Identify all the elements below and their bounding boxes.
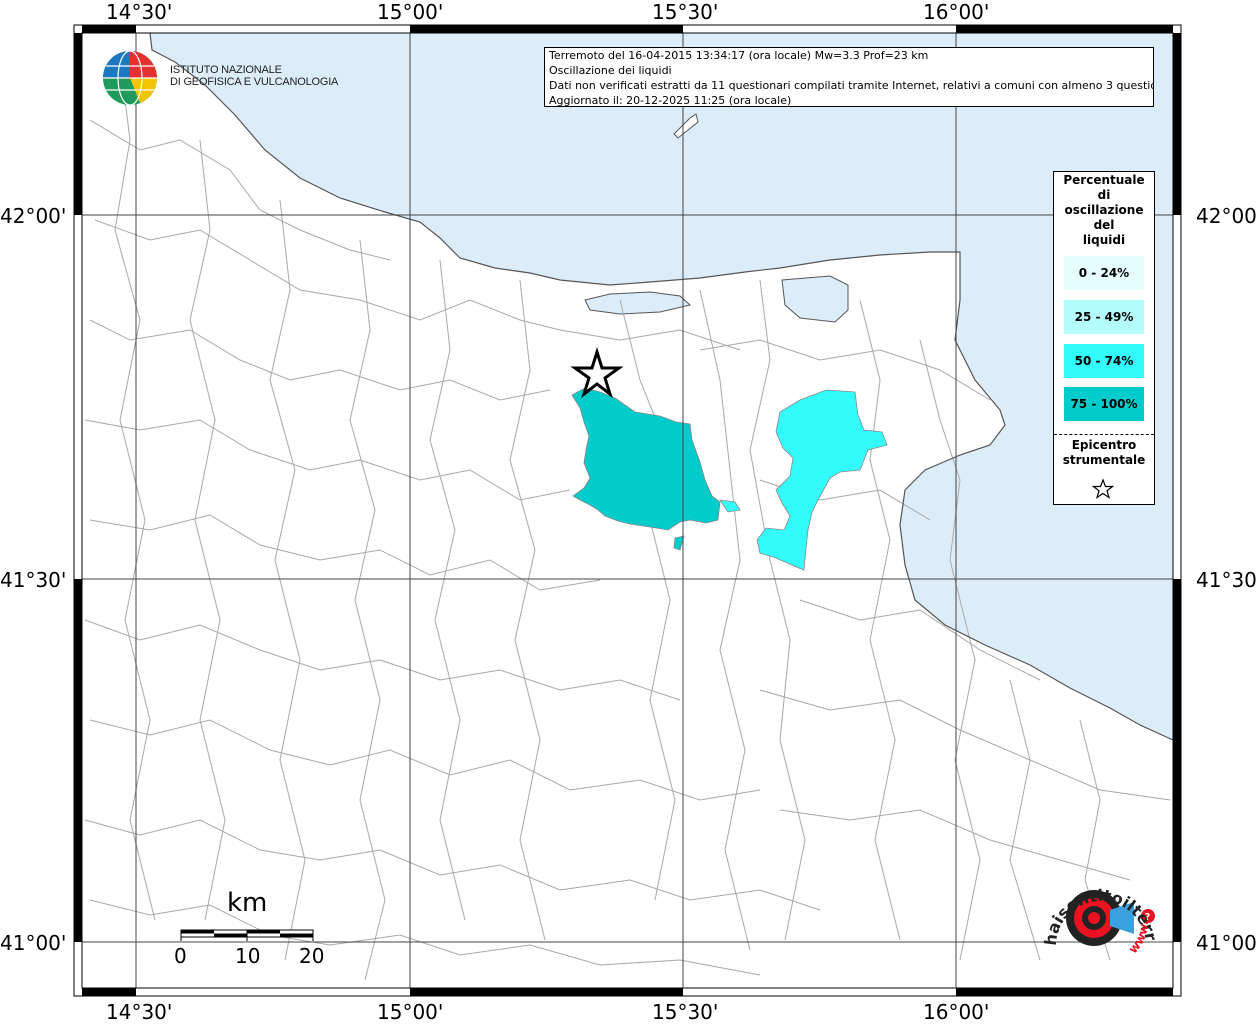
legend-title-line: Percentuale	[1063, 173, 1145, 187]
scale-label-0: 0	[174, 944, 187, 968]
legend-item-50-74: 50 - 74%	[1064, 344, 1144, 378]
ingv-globe-icon	[103, 50, 157, 106]
legend-item-0-24: 0 - 24%	[1064, 256, 1144, 290]
title-line3: Dati non verificati estratti da 11 quest…	[549, 79, 1153, 92]
legend-title-line: liquidi	[1082, 233, 1126, 247]
legend: Percentuale di oscillazione del liquidi …	[1053, 171, 1155, 505]
ingv-name-line2: DI GEOFISICA E VULCANOLOGIA	[170, 76, 339, 88]
legend-epicenter-line: Epicentro	[1071, 438, 1137, 452]
legend-epicenter-line: strumentale	[1062, 453, 1146, 467]
legend-epicenter-label: Epicentro strumentale	[1054, 438, 1154, 468]
scale-unit: km	[227, 888, 268, 918]
legend-title: Percentuale di oscillazione del liquidi	[1054, 173, 1154, 248]
ingv-name: ISTITUTO NAZIONALE DI GEOFISICA E VULCAN…	[170, 64, 338, 88]
title-line4: Aggiornato il: 20-12-2025 11:25 (ora loc…	[549, 94, 792, 107]
scale-label-10: 10	[235, 944, 261, 968]
title-line1: Terremoto del 16-04-2015 13:34:17 (ora l…	[549, 49, 929, 62]
legend-title-line: di	[1097, 188, 1111, 202]
legend-title-line: del	[1093, 218, 1115, 232]
title-line2: Oscillazione dei liquidi	[549, 64, 672, 77]
legend-title-line: oscillazione	[1064, 203, 1144, 217]
legend-star-icon	[1092, 478, 1114, 499]
legend-separator	[1054, 434, 1154, 435]
ingv-name-line1: ISTITUTO NAZIONALE	[170, 64, 282, 76]
legend-item-75-100: 75 - 100%	[1064, 387, 1144, 421]
scale-label-20: 20	[299, 944, 325, 968]
legend-item-25-49: 25 - 49%	[1064, 300, 1144, 334]
hst-logo[interactable]: ? haisentitoilterremoto.it www.	[1036, 866, 1166, 976]
title-box: Terremoto del 16-04-2015 13:34:17 (ora l…	[544, 47, 1154, 107]
